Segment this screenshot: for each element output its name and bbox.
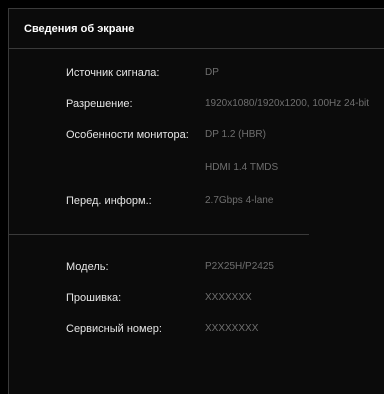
model-label: Модель: — [66, 261, 109, 273]
input-source-label: Источник сигнала: — [66, 67, 160, 79]
info-row-monitor-capabilities-extra: HDMI 1.4 TMDS — [9, 160, 384, 176]
model-value: P2X25H/P2425 — [205, 261, 274, 272]
info-row-service-tag: Сервисный номер: XXXXXXXX — [9, 321, 384, 337]
display-info-panel: Сведения об экране Источник сигнала: DP … — [8, 8, 384, 394]
link-rate-value: 2.7Gbps 4-lane — [205, 195, 274, 206]
info-row-input-source: Источник сигнала: DP — [9, 65, 384, 81]
link-rate-label: Перед. информ.: — [66, 195, 152, 207]
firmware-value: XXXXXXX — [205, 292, 252, 303]
panel-title: Сведения об экране — [24, 23, 135, 35]
resolution-value: 1920x1080/1920x1200, 100Hz 24-bit — [205, 98, 370, 109]
info-row-firmware: Прошивка: XXXXXXX — [9, 290, 384, 306]
firmware-label: Прошивка: — [66, 292, 122, 304]
panel-header: Сведения об экране — [9, 9, 384, 49]
resolution-label: Разрешение: — [66, 98, 133, 110]
monitor-capabilities-label: Особенности монитора: — [66, 129, 189, 141]
monitor-capabilities-extra-value: HDMI 1.4 TMDS — [205, 162, 279, 173]
info-row-model: Модель: P2X25H/P2425 — [9, 259, 384, 275]
service-tag-value: XXXXXXXX — [205, 323, 259, 334]
monitor-capabilities-value: DP 1.2 (HBR) — [205, 129, 266, 140]
info-row-resolution: Разрешение: 1920x1080/1920x1200, 100Hz 2… — [9, 96, 384, 112]
info-row-monitor-capabilities: Особенности монитора: DP 1.2 (HBR) — [9, 127, 384, 143]
input-source-value: DP — [205, 67, 219, 78]
service-tag-label: Сервисный номер: — [66, 323, 162, 335]
info-row-link-rate: Перед. информ.: 2.7Gbps 4-lane — [9, 193, 384, 209]
section-divider — [9, 234, 309, 235]
